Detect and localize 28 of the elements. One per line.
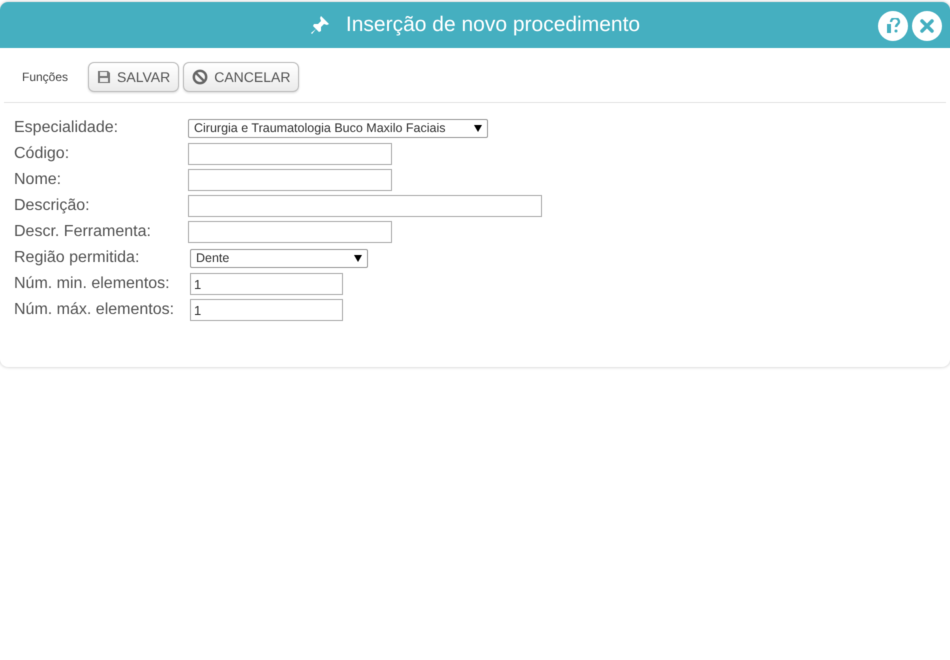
input-field[interactable]: 1 [190, 299, 343, 321]
field-label: Descrição: [14, 196, 91, 216]
input-field[interactable] [188, 195, 542, 217]
field-label: Código: [14, 144, 70, 164]
field-label: Especialidade: [14, 118, 120, 138]
field-label: Núm. máx. elementos: [14, 300, 176, 320]
close-button[interactable] [912, 11, 942, 41]
dropdown-arrow-icon [474, 124, 482, 132]
dialog-title: Inserção de novo procedimento [346, 12, 640, 38]
field-label: Região permitida: [14, 248, 140, 268]
input-field[interactable] [188, 221, 392, 243]
close-icon [919, 18, 935, 34]
help-button[interactable] [878, 11, 908, 41]
field-label: Descr. Ferramenta: [14, 222, 152, 242]
input-field[interactable]: 1 [190, 273, 343, 295]
field-label: Nome: [14, 170, 62, 190]
dropdown[interactable]: Cirurgia e Traumatologia Buco Maxilo Faciais [188, 118, 488, 138]
input-field[interactable] [188, 169, 392, 191]
toolbar-label: Funções [22, 69, 68, 86]
dropdown[interactable]: Dente [190, 248, 368, 268]
save-button[interactable]: SALVAR [88, 62, 180, 92]
prohibited-icon [192, 69, 208, 85]
help-icon [885, 18, 901, 34]
dropdown-arrow-icon [354, 254, 362, 262]
cancel-button[interactable]: CANCELAR [183, 62, 300, 92]
input-field[interactable] [188, 143, 392, 165]
field-label: Núm. min. elementos: [14, 274, 171, 294]
pin-icon [310, 15, 330, 35]
